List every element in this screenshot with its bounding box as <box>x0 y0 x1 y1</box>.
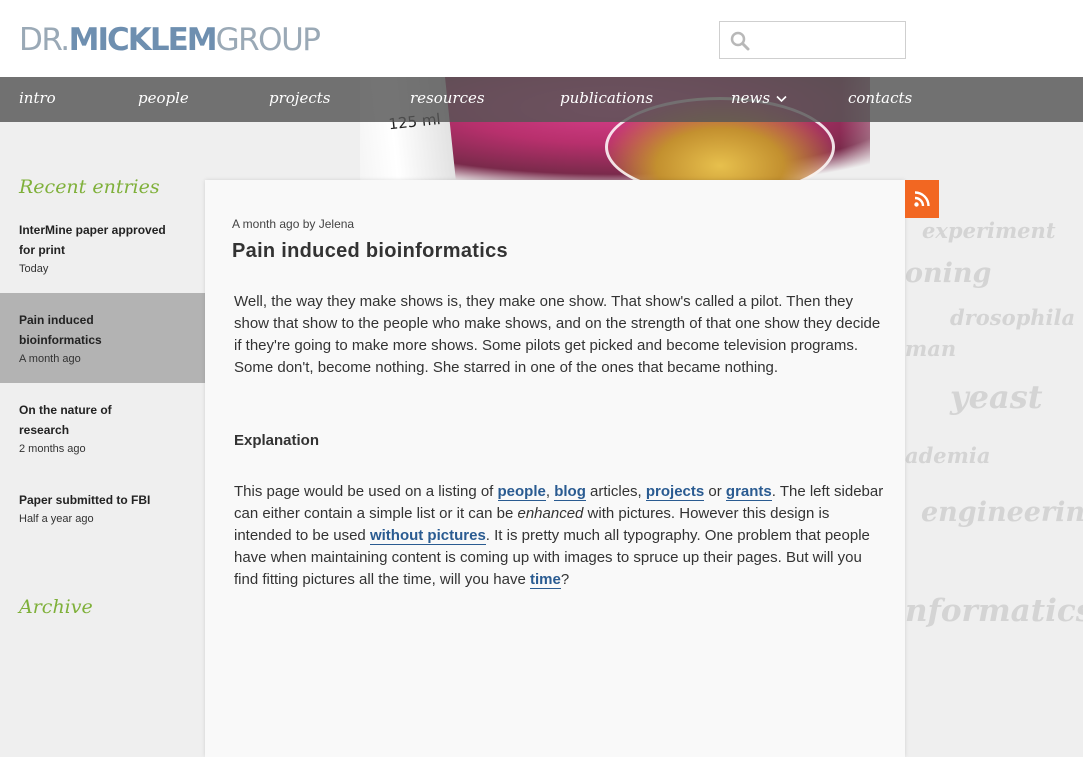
tag-drosophila: drosophila <box>950 305 1076 330</box>
text-run: , <box>545 483 555 500</box>
emphasis-enhanced: enhanced <box>517 505 584 522</box>
site-logo[interactable]: DR.MICKLEMGROUP <box>19 20 321 60</box>
recent-entry-date: Half a year ago <box>19 513 94 525</box>
link-time[interactable]: time <box>529 571 561 589</box>
text-run: or <box>704 483 726 500</box>
recent-entry-title[interactable]: Pain induced bioinformatics <box>19 310 139 350</box>
nav-intro[interactable]: intro <box>19 77 56 122</box>
tag-bioinformatics: nformatics <box>905 593 1083 629</box>
recent-entry[interactable]: On the nature of research 2 months ago <box>0 400 205 457</box>
tag-academia: ademia <box>905 443 991 468</box>
post-paragraph: Well, the way they make shows is, they m… <box>234 293 881 376</box>
link-projects[interactable]: projects <box>645 483 705 501</box>
recent-entry-title[interactable]: On the nature of research <box>19 400 149 440</box>
post-subheading: Explanation <box>234 432 320 449</box>
nav-news-label: news <box>731 89 771 107</box>
logo-name: MICKLEM <box>68 22 218 58</box>
search-icon <box>730 31 750 51</box>
rss-icon <box>914 191 930 207</box>
text-run: articles, <box>585 483 646 500</box>
nav-resources[interactable]: resources <box>410 77 485 122</box>
search-input[interactable] <box>756 26 900 54</box>
recent-entry-active[interactable]: Pain induced bioinformatics A month ago <box>0 293 205 383</box>
link-blog[interactable]: blog <box>554 483 586 501</box>
link-people[interactable]: people <box>497 483 546 501</box>
recent-entry-date: 2 months ago <box>19 443 86 455</box>
main-nav: intro people projects resources publicat… <box>0 77 1083 122</box>
recent-entry-date: Today <box>19 263 49 275</box>
tag-experiment: experiment <box>922 218 1056 243</box>
logo-group: GROUP <box>215 22 321 58</box>
chevron-down-icon <box>776 95 787 103</box>
post-title: Pain induced bioinformatics <box>232 240 508 262</box>
recent-entries-title: Recent entries <box>19 176 160 198</box>
recent-entry-date: A month ago <box>19 353 81 365</box>
search-box <box>719 21 906 59</box>
nav-people[interactable]: people <box>138 77 189 122</box>
tag-cloning: oning <box>905 258 992 289</box>
tag-human: man <box>905 336 957 361</box>
recent-entry[interactable]: InterMine paper approved for print Today <box>0 220 205 277</box>
archive-title[interactable]: Archive <box>19 596 93 618</box>
text-run: ? <box>560 571 570 588</box>
post-paragraph-explanation: This page would be used on a listing of … <box>234 481 884 591</box>
text-run: This page would be used on a listing of <box>234 483 498 500</box>
post-meta: A month ago by Jelena <box>232 217 355 231</box>
rss-button[interactable] <box>905 180 939 218</box>
header: DR.MICKLEMGROUP <box>0 0 1083 77</box>
tag-engineering: engineering <box>921 497 1083 528</box>
link-without-pictures[interactable]: without pictures <box>369 527 486 545</box>
nav-publications[interactable]: publications <box>560 77 653 122</box>
nav-projects[interactable]: projects <box>269 77 330 122</box>
link-grants[interactable]: grants <box>725 483 772 501</box>
logo-dr: DR. <box>19 22 70 58</box>
nav-contacts[interactable]: contacts <box>848 77 912 122</box>
post-content: A month ago by Jelena Pain induced bioin… <box>205 180 905 757</box>
recent-entry-title[interactable]: Paper submitted to FBI <box>19 490 184 510</box>
recent-entry-title[interactable]: InterMine paper approved for print <box>19 220 184 260</box>
recent-entry[interactable]: Paper submitted to FBI Half a year ago <box>0 490 205 527</box>
tag-yeast: yeast <box>950 378 1043 416</box>
nav-news[interactable]: news <box>731 77 787 122</box>
